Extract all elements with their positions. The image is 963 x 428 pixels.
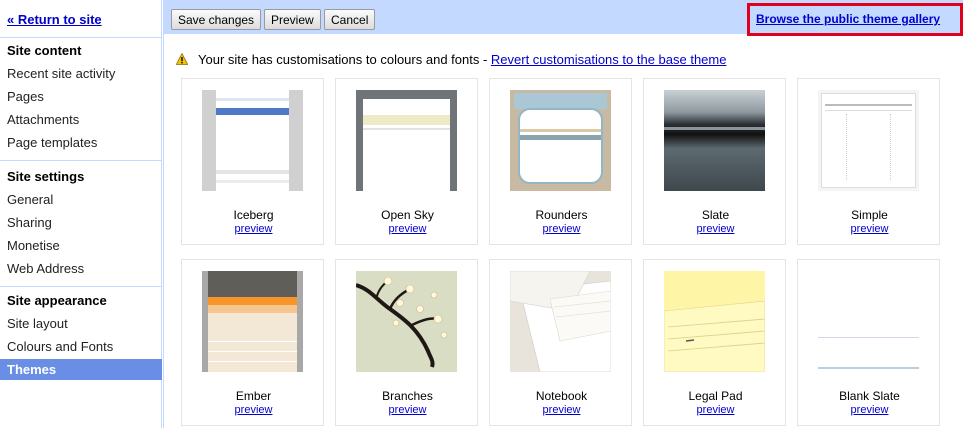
- theme-preview-link[interactable]: preview: [490, 223, 633, 235]
- sidebar-divider: [0, 37, 162, 38]
- sidebar-item-web-address[interactable]: Web Address: [7, 261, 84, 276]
- sidebar-item-themes[interactable]: Themes: [0, 359, 162, 380]
- sidebar-heading-site-settings: Site settings: [7, 169, 85, 184]
- sidebar: « Return to site Site content Recent sit…: [0, 0, 162, 428]
- theme-name: Iceberg: [233, 208, 274, 222]
- theme-name: Simple: [851, 208, 888, 222]
- sidebar-item-page-templates[interactable]: Page templates: [7, 135, 97, 150]
- theme-name: Ember: [235, 389, 272, 403]
- theme-preview-link[interactable]: preview: [644, 223, 787, 235]
- theme-thumbnail-slate: [664, 90, 765, 191]
- theme-preview-link[interactable]: preview: [644, 404, 787, 416]
- sidebar-item-recent-activity[interactable]: Recent site activity: [7, 66, 115, 81]
- sidebar-item-sharing[interactable]: Sharing: [7, 215, 52, 230]
- browse-theme-gallery-link[interactable]: Browse the public theme gallery: [756, 12, 940, 26]
- theme-preview-link[interactable]: preview: [182, 404, 325, 416]
- theme-name: Slate: [701, 208, 730, 222]
- theme-thumbnail-rounders: [510, 90, 611, 191]
- theme-name: Rounders: [535, 208, 588, 222]
- sidebar-divider: [0, 160, 162, 161]
- sidebar-heading-site-content: Site content: [7, 43, 82, 58]
- theme-thumbnail-ember: [202, 271, 303, 372]
- toolbar: Save changes Preview Cancel Browse the p…: [164, 0, 963, 36]
- theme-preview-link[interactable]: preview: [336, 404, 479, 416]
- theme-name: Branches: [382, 389, 433, 403]
- theme-card-ember[interactable]: Ember preview: [181, 259, 324, 426]
- return-to-site-link[interactable]: « Return to site: [7, 12, 102, 27]
- sidebar-item-general[interactable]: General: [7, 192, 53, 207]
- theme-preview-link[interactable]: preview: [336, 223, 479, 235]
- theme-card-simple[interactable]: Simple preview: [797, 78, 940, 245]
- theme-card-slate[interactable]: Slate preview: [643, 78, 786, 245]
- theme-thumbnail-open-sky: [356, 90, 457, 191]
- theme-preview-link[interactable]: preview: [798, 404, 941, 416]
- theme-name: Blank Slate: [839, 389, 900, 403]
- theme-card-notebook[interactable]: Notebook preview: [489, 259, 632, 426]
- cancel-button[interactable]: Cancel: [324, 9, 376, 30]
- notice-text: Your site has customisations to colours …: [198, 52, 491, 67]
- theme-thumbnail-simple: [818, 90, 919, 191]
- theme-thumbnail-legal-pad: [664, 271, 765, 372]
- theme-thumbnail-blank-slate: [818, 271, 919, 372]
- sidebar-divider: [0, 286, 162, 287]
- theme-preview-link[interactable]: preview: [490, 404, 633, 416]
- theme-card-iceberg[interactable]: Iceberg preview: [181, 78, 324, 245]
- theme-thumbnail-notebook: [510, 271, 611, 372]
- theme-card-blank-slate[interactable]: Blank Slate preview: [797, 259, 940, 426]
- save-changes-button[interactable]: Save changes: [171, 9, 262, 30]
- sidebar-item-site-layout[interactable]: Site layout: [7, 316, 68, 331]
- revert-customisations-link[interactable]: Revert customisations to the base theme: [491, 52, 727, 67]
- theme-name: Notebook: [535, 389, 588, 403]
- theme-preview-link[interactable]: preview: [182, 223, 325, 235]
- sidebar-item-monetise[interactable]: Monetise: [7, 238, 60, 253]
- theme-card-open-sky[interactable]: Open Sky preview: [335, 78, 478, 245]
- gallery-highlight-box: Browse the public theme gallery: [747, 3, 963, 36]
- sidebar-item-colours-fonts[interactable]: Colours and Fonts: [7, 339, 113, 354]
- theme-thumbnail-branches: [356, 271, 457, 372]
- preview-button[interactable]: Preview: [264, 9, 321, 30]
- main-panel: Save changes Preview Cancel Browse the p…: [163, 0, 963, 428]
- sidebar-heading-site-appearance: Site appearance: [7, 293, 107, 308]
- theme-preview-link[interactable]: preview: [798, 223, 941, 235]
- theme-name: Legal Pad: [688, 389, 743, 403]
- theme-card-branches[interactable]: Branches preview: [335, 259, 478, 426]
- sidebar-item-attachments[interactable]: Attachments: [7, 112, 79, 127]
- sidebar-item-pages[interactable]: Pages: [7, 89, 44, 104]
- theme-card-legal-pad[interactable]: Legal Pad preview: [643, 259, 786, 426]
- theme-thumbnail-iceberg: [202, 90, 303, 191]
- theme-card-rounders[interactable]: Rounders preview: [489, 78, 632, 245]
- theme-name: Open Sky: [381, 208, 434, 222]
- warning-icon: [176, 53, 188, 65]
